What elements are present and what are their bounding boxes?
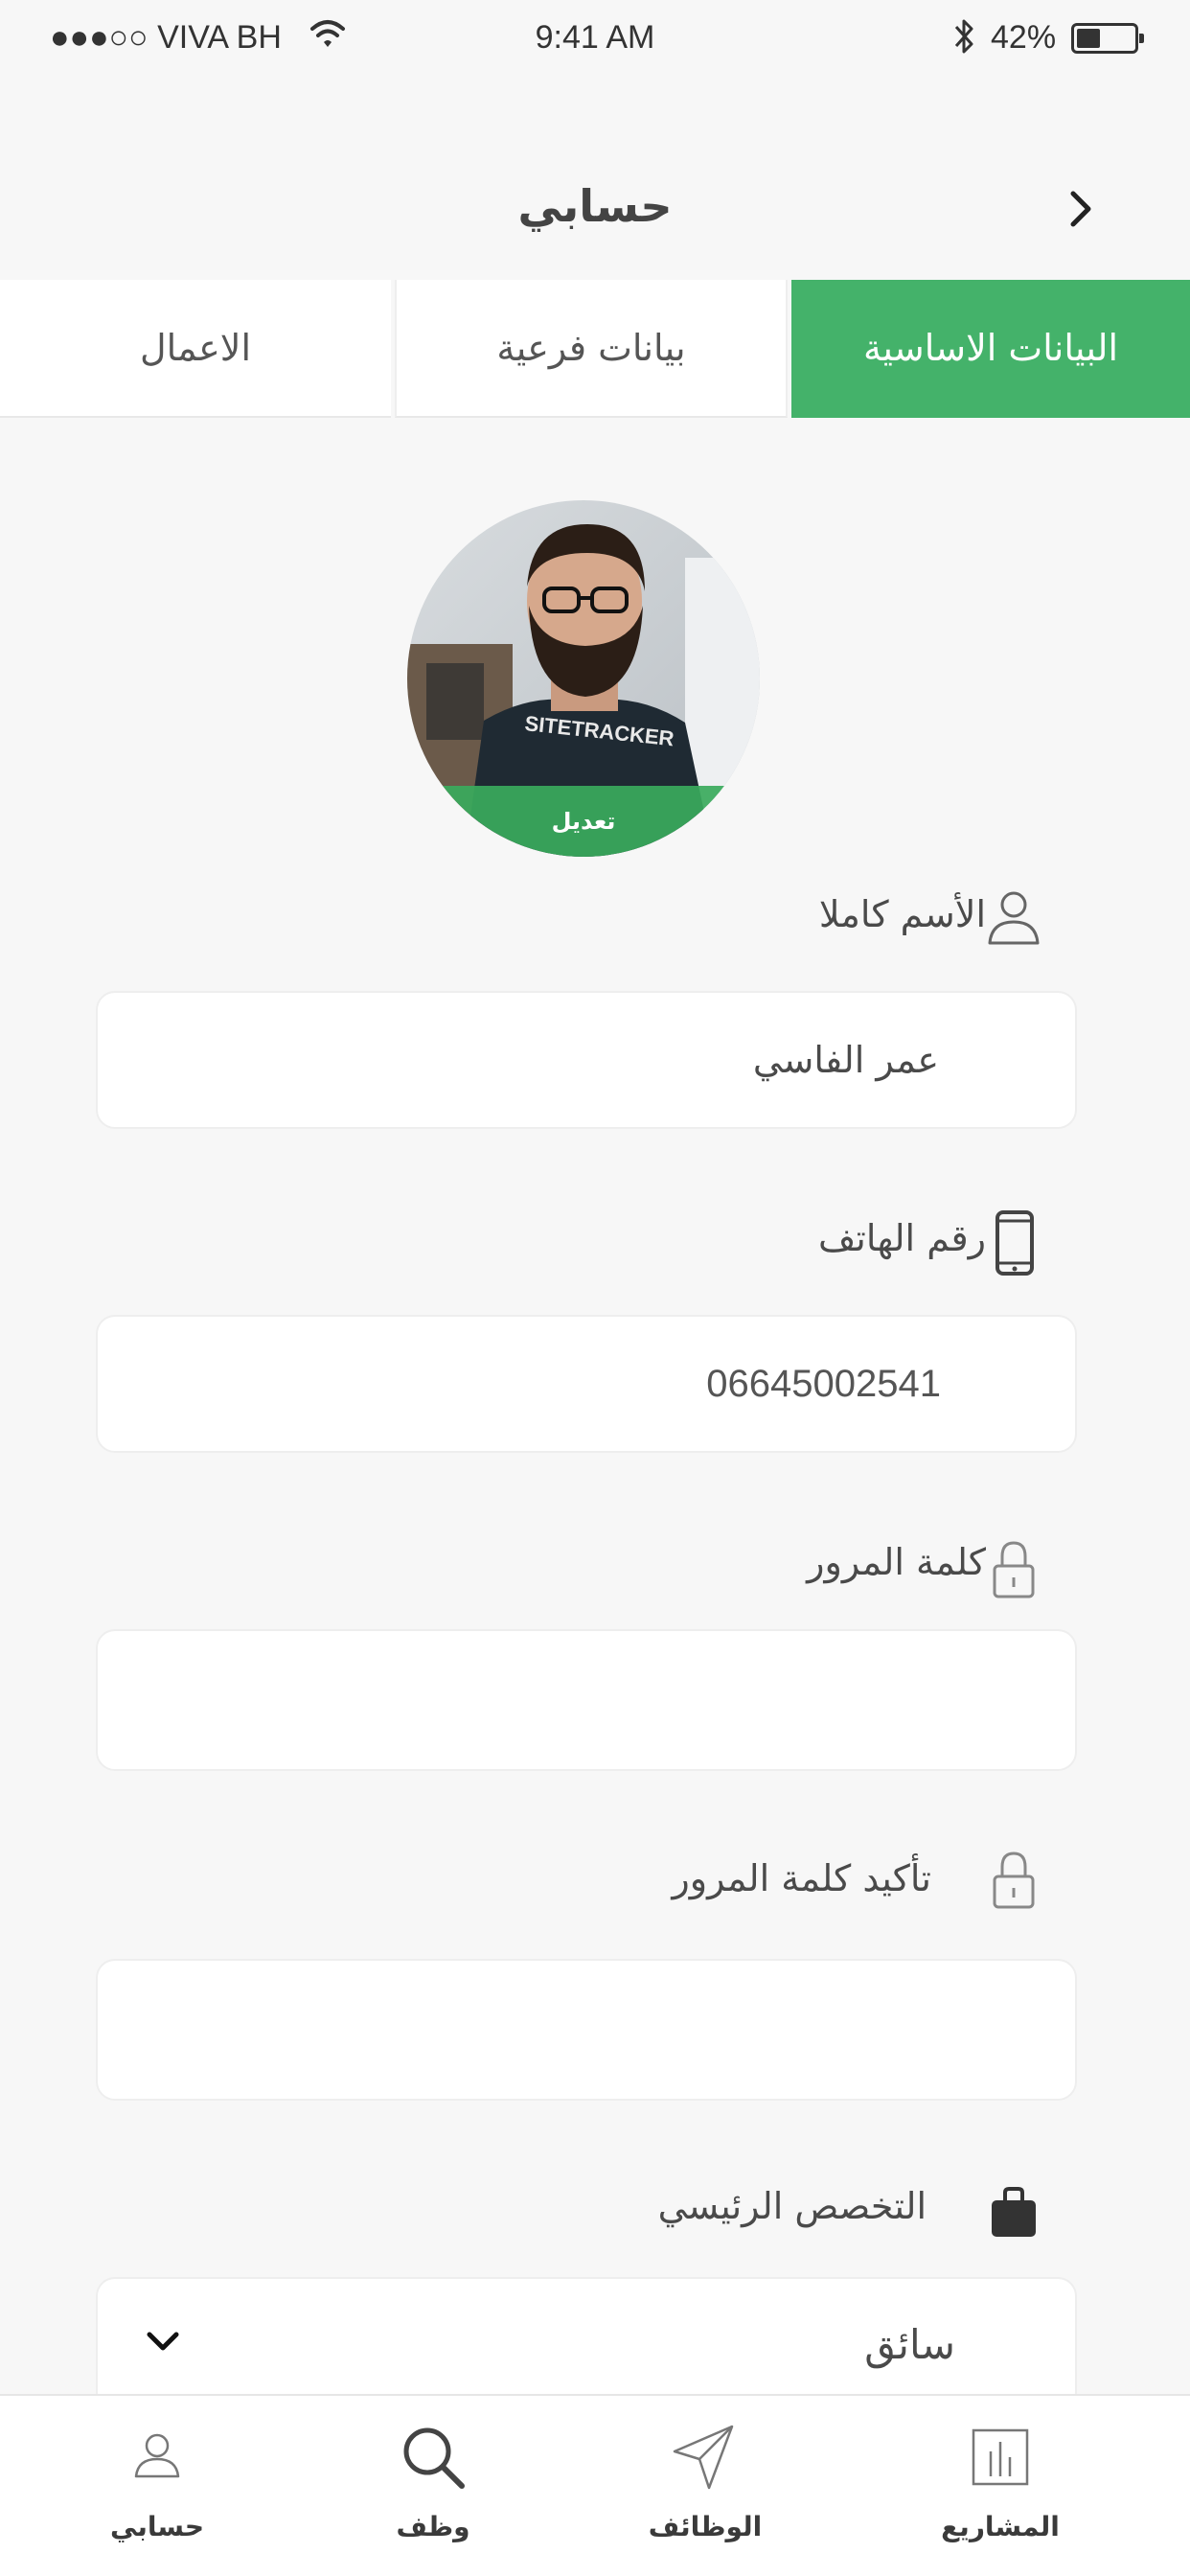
confirm-password-input[interactable] <box>96 1959 1077 2101</box>
user-icon <box>134 2433 180 2478</box>
tab-works[interactable]: الاعمال <box>0 280 391 418</box>
lock-icon <box>993 1852 1035 1909</box>
edit-photo-button[interactable]: تعديل <box>407 786 760 857</box>
phone-label: رقم الهاتف <box>817 1217 986 1259</box>
full-name-value: عمر الفاسي <box>752 1039 939 1081</box>
password-label: كلمة المرور <box>807 1541 986 1583</box>
nav-hire[interactable]: وظف <box>328 2396 538 2576</box>
nav-hire-label: وظف <box>396 2511 470 2542</box>
nav-projects[interactable]: المشاريع <box>895 2396 1106 2576</box>
chevron-down-icon <box>147 2332 179 2351</box>
search-icon <box>403 2427 465 2489</box>
nav-jobs-label: الوظائف <box>648 2511 763 2542</box>
bottom-nav: المشاريع الوظائف وظف حسابي <box>0 2394 1190 2576</box>
briefcase-icon <box>992 2187 1036 2237</box>
header: حسابي <box>0 163 1190 249</box>
specialty-value: سائق <box>864 2320 955 2368</box>
page-title: حسابي <box>517 180 673 232</box>
battery-fill <box>1077 29 1100 48</box>
profile-avatar[interactable]: SITETRACKER تعديل <box>407 500 760 857</box>
battery-percent: 42% <box>991 19 1057 56</box>
nav-account[interactable]: حسابي <box>52 2396 263 2576</box>
tab-bar: البيانات الاساسية بيانات فرعية الاعمال <box>0 280 1190 418</box>
phone-value: 06645002541 <box>706 1362 941 1405</box>
chart-icon <box>972 2428 1029 2486</box>
phone-input[interactable]: 06645002541 <box>96 1315 1077 1453</box>
confirm-password-label: تأكيد كلمة المرور <box>672 1857 931 1899</box>
battery-icon <box>1071 23 1144 54</box>
nav-jobs[interactable]: الوظائف <box>600 2396 811 2576</box>
password-input[interactable] <box>96 1629 1077 1771</box>
lock-icon <box>993 1541 1035 1598</box>
send-icon <box>673 2425 734 2490</box>
full-name-label: الأسم كاملا <box>818 893 986 935</box>
nav-account-label: حسابي <box>109 2511 205 2542</box>
pencil-icon <box>409 788 426 805</box>
user-icon <box>988 891 1040 945</box>
back-button[interactable] <box>1054 182 1108 236</box>
tab-sub-info[interactable]: بيانات فرعية <box>395 280 788 418</box>
phone-icon <box>995 1210 1034 1276</box>
nav-projects-label: المشاريع <box>941 2511 1060 2542</box>
chevron-right-icon <box>1070 191 1091 227</box>
tab-basic-info[interactable]: البيانات الاساسية <box>791 280 1190 418</box>
status-bar: ●●●○○ VIVA BH 9:41 AM 42% <box>0 0 1190 77</box>
specialty-label: التخصص الرئيسي <box>657 2185 927 2227</box>
edit-label: تعديل <box>551 808 616 835</box>
full-name-input[interactable]: عمر الفاسي <box>96 991 1077 1129</box>
bluetooth-icon <box>950 15 977 66</box>
specialty-dropdown[interactable]: سائق <box>96 2277 1077 2411</box>
